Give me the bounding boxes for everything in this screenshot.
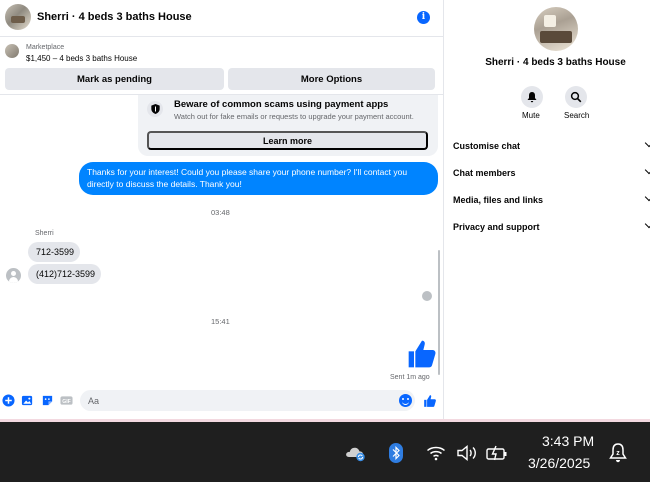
read-receipt-avatar: [422, 291, 432, 301]
mute-button[interactable]: [521, 86, 543, 108]
sent-status: Sent 1m ago: [390, 374, 430, 381]
listing-thumbnail[interactable]: [5, 44, 19, 58]
image-icon[interactable]: [21, 394, 34, 407]
mute-label: Mute: [522, 111, 540, 120]
search-label: Search: [564, 111, 590, 120]
screen: Sherri · 4 beds 3 baths House i Marketpl…: [0, 0, 650, 482]
scam-warning-subtitle: Watch out for fake emails or requests to…: [174, 112, 414, 121]
side-item-customise-chat[interactable]: Customise chat: [453, 141, 520, 151]
search-button[interactable]: [565, 86, 587, 108]
message-timestamp: 15:41: [211, 317, 230, 326]
svg-text:z: z: [616, 450, 620, 457]
side-item-media-files-links[interactable]: Media, files and links: [453, 195, 543, 205]
emoji-icon[interactable]: [399, 394, 412, 407]
message-input[interactable]: [80, 390, 415, 411]
side-panel-avatar[interactable]: [534, 7, 578, 51]
notification-bell-icon[interactable]: z: [608, 442, 628, 464]
volume-icon[interactable]: [456, 444, 478, 462]
contact-avatar[interactable]: [5, 4, 31, 30]
bluetooth-icon[interactable]: [389, 443, 403, 463]
svg-text:GIF: GIF: [62, 399, 71, 405]
chat-title[interactable]: Sherri · 4 beds 3 baths House: [37, 11, 192, 23]
shield-icon: [147, 101, 163, 117]
chat-scrollbar[interactable]: [438, 250, 440, 375]
wifi-icon[interactable]: [426, 445, 446, 461]
listing-title[interactable]: $1,450 – 4 beds 3 baths House: [26, 54, 137, 63]
sender-name: Sherri: [35, 230, 54, 237]
taskbar-clock-date[interactable]: 3/26/2025: [528, 455, 590, 471]
incoming-message[interactable]: (412)712-3599: [28, 264, 101, 284]
sender-avatar[interactable]: [6, 268, 21, 283]
taskbar: [0, 422, 650, 482]
more-options-button[interactable]: More Options: [228, 68, 435, 90]
outgoing-message[interactable]: Thanks for your interest! Could you plea…: [79, 162, 438, 195]
scam-warning-title: Beware of common scams using payment app…: [174, 99, 389, 110]
thumbs-up-icon[interactable]: [406, 338, 438, 370]
listing-source-label: Marketplace: [26, 44, 65, 51]
incoming-message[interactable]: 712-3599: [28, 242, 80, 262]
side-item-chat-members[interactable]: Chat members: [453, 168, 516, 178]
onedrive-sync-icon[interactable]: [345, 444, 367, 462]
thumbs-up-send-icon[interactable]: [423, 394, 437, 408]
bell-icon: [527, 92, 537, 103]
learn-more-button[interactable]: Learn more: [147, 131, 428, 150]
side-item-privacy-support[interactable]: Privacy and support: [453, 222, 540, 232]
search-icon: [570, 91, 582, 103]
gif-icon[interactable]: GIF: [60, 394, 73, 407]
sticker-icon[interactable]: [41, 394, 54, 407]
taskbar-clock-time[interactable]: 3:43 PM: [542, 433, 594, 449]
battery-charging-icon[interactable]: [486, 444, 508, 462]
plus-circle-icon[interactable]: [2, 394, 15, 407]
side-panel-title: Sherri · 4 beds 3 baths House: [485, 57, 626, 68]
mark-as-pending-button[interactable]: Mark as pending: [5, 68, 224, 90]
message-timestamp: 03:48: [211, 208, 230, 217]
info-icon[interactable]: i: [417, 11, 430, 24]
